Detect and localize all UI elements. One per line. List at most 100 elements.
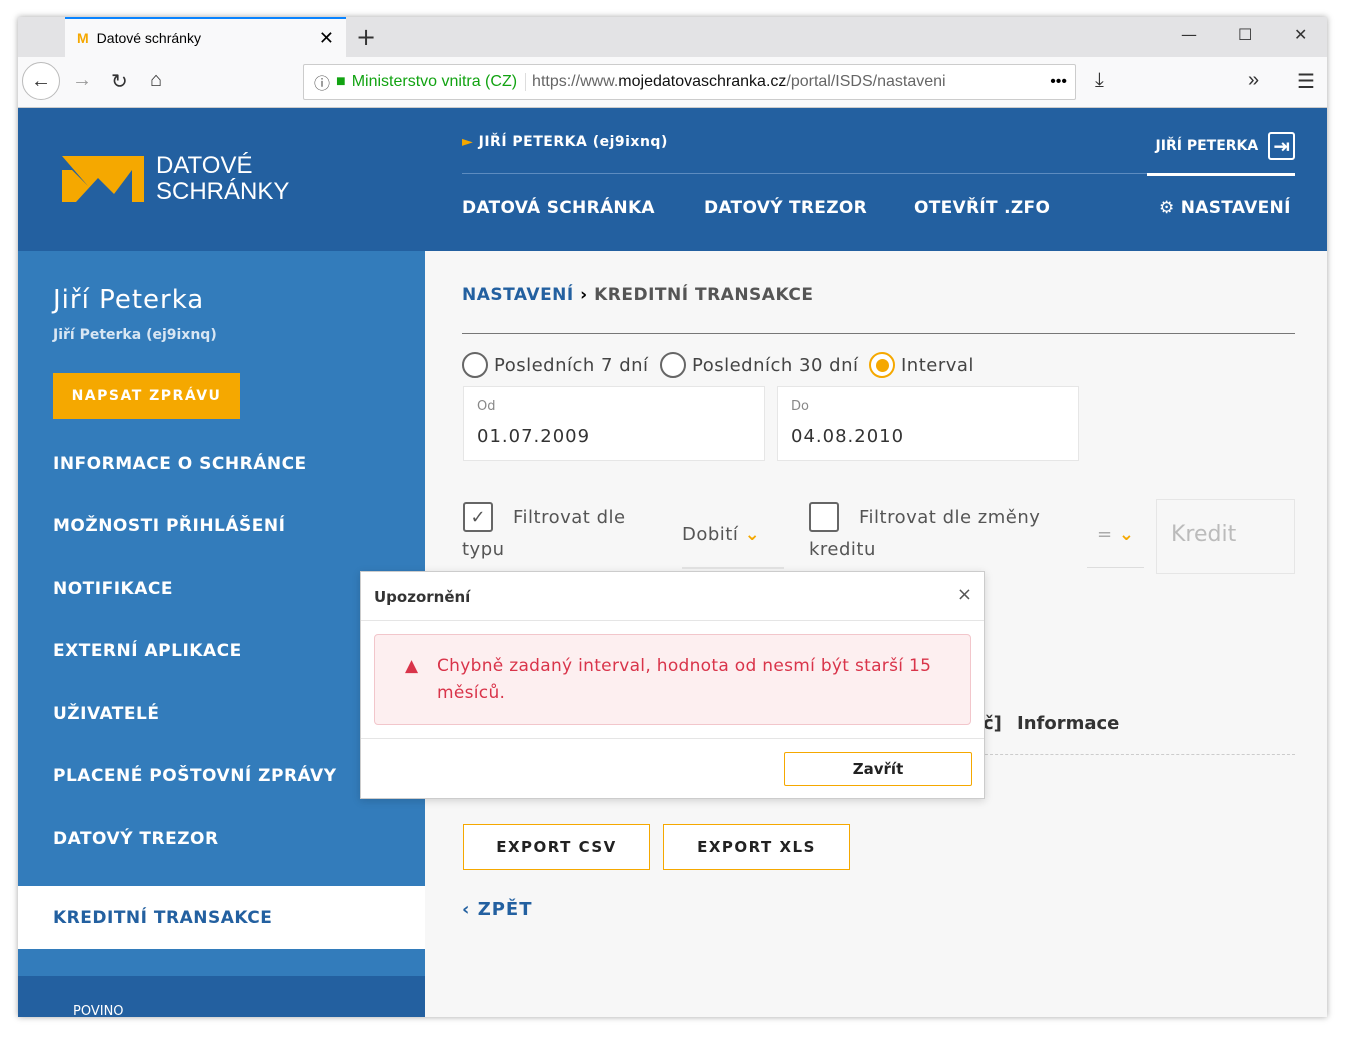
dialog-title: Upozornění xyxy=(374,588,471,606)
sidebar-sub: Jiří Peterka (ej9ixnq) xyxy=(53,327,217,343)
site-identity: Ministerstvo vnitra (CZ) xyxy=(352,73,527,91)
table-divider xyxy=(985,754,1295,755)
export-xls-button[interactable]: EXPORT XLS xyxy=(663,824,850,870)
operator-value: = xyxy=(1097,524,1113,545)
kredit-input[interactable]: Kredit xyxy=(1156,499,1295,574)
minimize-icon[interactable]: — xyxy=(1181,25,1197,44)
sidebar-footer: POVINO xyxy=(18,976,425,1017)
warning-icon: ▲ xyxy=(405,656,419,676)
date-from-label: Od xyxy=(477,399,496,414)
active-indicator xyxy=(1147,173,1295,176)
more-icon[interactable]: ••• xyxy=(1044,73,1067,91)
radio-interval[interactable]: Interval xyxy=(869,352,974,378)
info-icon: ⓘ xyxy=(314,76,331,93)
tab-bar: M Datové schránky ✕ + — ☐ ✕ xyxy=(18,17,1327,57)
chevron-down-icon: ⌄ xyxy=(744,524,761,545)
radio-label: Posledních 30 dní xyxy=(692,354,859,376)
footer-link[interactable]: POVINO xyxy=(73,1004,124,1017)
breadcrumb: NASTAVENÍ › KREDITNÍ TRANSAKCE xyxy=(462,285,813,305)
date-from-value: 01.07.2009 xyxy=(477,426,591,447)
sidebar-item-moznosti[interactable]: MOŽNOSTI PŘIHLÁŠENÍ xyxy=(53,516,285,536)
nav-otevrit-zfo[interactable]: OTEVŘÍT .ZFO xyxy=(914,198,1050,218)
close-tab-icon[interactable]: ✕ xyxy=(319,28,334,49)
menu-icon[interactable]: ☰ xyxy=(1297,69,1315,94)
radio-circle xyxy=(660,352,686,378)
column-header-partial: č] xyxy=(983,713,1002,734)
reload-icon[interactable]: ↻ xyxy=(111,69,128,94)
chevron-right-icon: › xyxy=(580,285,588,305)
close-button[interactable]: Zavřít xyxy=(784,752,972,786)
user-name: JIŘÍ PETERKA xyxy=(1155,138,1259,154)
breadcrumb-nastaveni[interactable]: NASTAVENÍ xyxy=(462,285,574,305)
nav-datovy-trezor[interactable]: DATOVÝ TREZOR xyxy=(704,198,867,218)
sidebar-item-informace[interactable]: INFORMACE O SCHRÁNCE xyxy=(53,454,307,474)
url-domain: mojedatovaschranka.cz xyxy=(618,73,787,90)
nav-toolbar: ← → ↻ ⌂ ⓘ ■ Ministerstvo vnitra (CZ) http… xyxy=(18,57,1327,108)
user-box-link[interactable]: ► JIŘÍ PETERKA (ej9ixnq) xyxy=(462,134,668,150)
radio-circle xyxy=(462,352,488,378)
home-icon[interactable]: ⌂ xyxy=(150,69,162,92)
browser-window: M Datové schránky ✕ + — ☐ ✕ ← → ↻ ⌂ ⓘ ■ Min… xyxy=(18,17,1327,1017)
logo-text-1: DATOVÉ xyxy=(156,152,253,179)
download-icon[interactable]: ⤓ xyxy=(1095,69,1104,92)
filter-change-label: Filtrovat dle změny xyxy=(859,507,1041,528)
date-from-field[interactable]: Od 01.07.2009 xyxy=(463,386,765,461)
forward-icon[interactable]: → xyxy=(72,69,92,92)
type-select[interactable]: Dobití ⌄ xyxy=(682,524,784,569)
browser-tab[interactable]: M Datové schránky ✕ xyxy=(65,17,346,57)
date-to-value: 04.08.2010 xyxy=(791,426,905,447)
sidebar-item-uzivatele[interactable]: UŽIVATELÉ xyxy=(53,704,159,724)
filter-type-label-2: typu xyxy=(462,539,505,560)
radio-label: Interval xyxy=(901,354,974,376)
logo-icon xyxy=(62,156,144,202)
logout-icon: ⇥ xyxy=(1268,132,1295,160)
divider xyxy=(462,333,1295,334)
write-message-button[interactable]: NAPSAT ZPRÁVU xyxy=(53,373,240,419)
new-tab-icon[interactable]: + xyxy=(356,23,376,51)
sidebar-item-trezor[interactable]: DATOVÝ TREZOR xyxy=(53,829,219,849)
logout-button[interactable]: JIŘÍ PETERKA ⇥ xyxy=(1156,132,1295,160)
sidebar-item-notifikace[interactable]: NOTIFIKACE xyxy=(53,579,173,599)
back-link[interactable]: ‹ ZPĚT xyxy=(462,899,533,920)
nav-nastaveni[interactable]: ⚙ NASTAVENÍ xyxy=(1159,198,1291,218)
filter-type-checkbox[interactable]: ✓ xyxy=(463,502,493,532)
column-header-informace: Informace xyxy=(1017,713,1120,734)
radio-label: Posledních 7 dní xyxy=(494,354,649,376)
error-message: Chybně zadaný interval, hodnota od nesmí… xyxy=(437,656,932,703)
filter-type-label: Filtrovat dle xyxy=(513,507,626,528)
nav-nastaveni-label: NASTAVENÍ xyxy=(1180,198,1291,218)
breadcrumb-current: KREDITNÍ TRANSAKCE xyxy=(594,285,814,305)
sidebar-item-externi[interactable]: EXTERNÍ APLIKACE xyxy=(53,641,242,661)
overflow-icon[interactable]: » xyxy=(1248,69,1259,92)
filter-change-label-2: kreditu xyxy=(809,539,876,560)
triangle-icon: ► xyxy=(462,134,479,150)
back-icon[interactable]: ← xyxy=(22,62,60,100)
sidebar-item-placene[interactable]: PLACENÉ POŠTOVNÍ ZPRÁVY xyxy=(53,766,337,786)
favicon-icon: M xyxy=(77,30,89,46)
sidebar-item-kreditni[interactable]: KREDITNÍ TRANSAKCE xyxy=(18,886,425,949)
url-path: /portal/ISDS/nastaveni xyxy=(786,73,946,90)
site-header: DATOVÉ SCHRÁNKY ► JIŘÍ PETERKA (ej9ixnq) … xyxy=(18,108,1327,251)
radio-7-days[interactable]: Posledních 7 dní xyxy=(462,352,649,378)
tab-title: Datové schránky xyxy=(96,30,201,46)
filter-change-checkbox[interactable] xyxy=(809,502,839,532)
gear-icon: ⚙ xyxy=(1159,198,1181,218)
maximize-icon[interactable]: ☐ xyxy=(1238,25,1252,44)
url-bar[interactable]: ⓘ ■ Ministerstvo vnitra (CZ) https://www.… xyxy=(303,64,1076,100)
warning-dialog: Upozornění × ▲ Chybně zadaný interval, hod… xyxy=(360,571,985,799)
lock-icon: ■ xyxy=(336,73,346,90)
close-icon[interactable]: × xyxy=(957,584,972,605)
operator-select[interactable]: = ⌄ xyxy=(1087,524,1144,568)
logo[interactable]: DATOVÉ SCHRÁNKY xyxy=(62,153,289,205)
close-window-icon[interactable]: ✕ xyxy=(1294,25,1307,44)
back-label: ZPĚT xyxy=(477,899,533,920)
date-to-field[interactable]: Do 04.08.2010 xyxy=(777,386,1079,461)
error-alert: ▲ Chybně zadaný interval, hodnota od nesm… xyxy=(374,634,971,725)
url-prefix: https://www. xyxy=(532,73,619,90)
nav-datova-schranka[interactable]: DATOVÁ SCHRÁNKA xyxy=(462,198,655,218)
radio-30-days[interactable]: Posledních 30 dní xyxy=(660,352,859,378)
chevron-left-icon: ‹ xyxy=(462,899,478,920)
radio-circle-selected xyxy=(869,352,895,378)
date-to-label: Do xyxy=(791,399,809,414)
export-csv-button[interactable]: EXPORT CSV xyxy=(463,824,650,870)
